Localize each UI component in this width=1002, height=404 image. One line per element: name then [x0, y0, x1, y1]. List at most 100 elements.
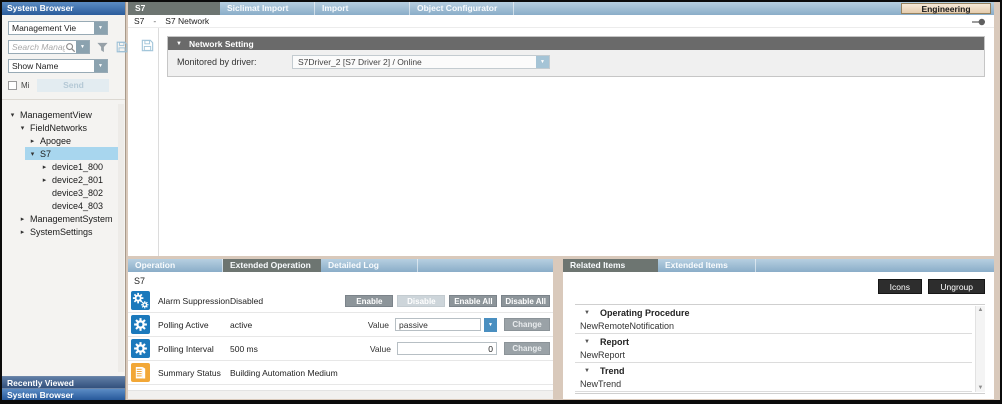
tab-extended-operation[interactable]: Extended Operation: [223, 259, 321, 272]
recently-viewed-bar[interactable]: Recently Viewed: [2, 376, 125, 388]
related-item-newtrend[interactable]: NewTrend: [575, 378, 972, 392]
tree-item-label: device4_803: [49, 201, 103, 211]
tree-item-device2-801[interactable]: ▸ device2_801: [2, 173, 125, 186]
related-item-newreport[interactable]: NewReport: [575, 349, 972, 363]
enable-all-button[interactable]: Enable All: [449, 295, 497, 307]
breadcrumb-current[interactable]: S7 Network: [165, 16, 209, 26]
network-setting-title: Network Setting: [189, 39, 254, 49]
tree-item-s7-selected[interactable]: ▾ S7: [2, 147, 125, 160]
tree-expanded-icon[interactable]: ▾: [18, 124, 27, 132]
search-input[interactable]: [9, 42, 65, 52]
change-button[interactable]: Change: [504, 342, 550, 355]
system-browser-panel: System Browser Management Vie ▼ ▼ Show N…: [2, 2, 126, 400]
tree-item-device3-802[interactable]: device3_802: [2, 186, 125, 199]
tab-operation[interactable]: Operation: [128, 259, 223, 272]
driver-dropdown-value: S7Driver_2 [S7 Driver 2] / Online: [293, 57, 536, 67]
ungroup-button[interactable]: Ungroup: [928, 279, 985, 294]
scroll-down-icon[interactable]: ▼: [978, 384, 984, 392]
tree-collapsed-icon[interactable]: ▸: [40, 176, 49, 184]
group-expanded-icon[interactable]: ▼: [584, 368, 590, 374]
filter-icon[interactable]: [96, 41, 109, 54]
tree-item-managementsystem[interactable]: ▸ ManagementSystem: [2, 212, 125, 225]
operation-object-label: S7: [128, 272, 553, 289]
tab-detailed-log[interactable]: Detailed Log: [321, 259, 418, 272]
property-value: Building Automation Medium: [230, 368, 338, 378]
tree-item-device4-803[interactable]: device4_803: [2, 199, 125, 212]
chevron-down-icon[interactable]: ▼: [94, 60, 107, 72]
property-value: active: [230, 320, 252, 330]
pin-icon[interactable]: [972, 18, 986, 26]
search-option-checkbox[interactable]: [8, 81, 17, 90]
display-mode-selector[interactable]: Show Name ▼: [8, 59, 108, 73]
breadcrumb: S7 - S7 Network: [128, 15, 994, 28]
driver-dropdown[interactable]: S7Driver_2 [S7 Driver 2] / Online ▼: [292, 55, 550, 69]
tree-item-systemsettings[interactable]: ▸ SystemSettings: [2, 225, 125, 238]
send-button[interactable]: Send: [37, 79, 109, 92]
operation-row-polling-active: Polling Active active Value passive ▼ Ch…: [128, 313, 553, 337]
tab-related-items[interactable]: Related Items: [563, 259, 658, 272]
operation-panel: Operation Extended Operation Detailed Lo…: [128, 259, 553, 399]
engineering-mode-button[interactable]: Engineering: [901, 3, 991, 14]
tree-collapsed-icon[interactable]: ▸: [18, 228, 27, 236]
group-expanded-icon[interactable]: ▼: [584, 310, 590, 316]
view-selector[interactable]: Management Vie ▼: [8, 21, 108, 35]
polling-active-dropdown[interactable]: passive: [395, 318, 481, 331]
polling-interval-input[interactable]: [397, 342, 497, 355]
monitored-by-driver-label: Monitored by driver:: [177, 57, 277, 67]
tree-scrollbar[interactable]: [118, 104, 124, 372]
search-box[interactable]: ▼: [8, 40, 90, 54]
tab-s7[interactable]: S7: [128, 2, 220, 15]
tab-extended-items[interactable]: Extended Items: [658, 259, 756, 272]
tree-item-label: ManagementView: [17, 110, 92, 120]
main-area: S7 Siclimat Import Import Object Configu…: [128, 2, 994, 399]
tree-expanded-icon[interactable]: ▾: [8, 111, 17, 119]
chevron-down-icon[interactable]: ▼: [536, 56, 549, 68]
tree-item-label: FieldNetworks: [27, 123, 87, 133]
tree-item-label: device3_802: [49, 188, 103, 198]
save-icon[interactable]: [115, 40, 129, 54]
related-group-report: ▼ Report NewReport: [575, 334, 972, 363]
system-browser-bar[interactable]: System Browser: [2, 388, 125, 400]
breadcrumb-root[interactable]: S7: [134, 16, 144, 26]
scroll-up-icon[interactable]: ▲: [978, 306, 984, 314]
save-icon[interactable]: [136, 38, 158, 53]
group-header[interactable]: ▼ Report: [575, 334, 972, 349]
network-setting-header[interactable]: ▼ Network Setting: [168, 37, 984, 50]
primary-pane: ▼ Network Setting Monitored by driver: S…: [128, 28, 994, 256]
tree-collapsed-icon[interactable]: ▸: [18, 215, 27, 223]
related-group-operating-procedure: ▼ Operating Procedure NewRemoteNotificat…: [575, 305, 972, 334]
value-label: Value: [368, 320, 389, 330]
related-scrollbar[interactable]: ▲ ▼: [975, 306, 985, 392]
tree-item-label: S7: [37, 149, 51, 159]
system-tree: ▾ ManagementView ▾ FieldNetworks ▸ Apoge…: [2, 100, 125, 376]
tab-object-configurator[interactable]: Object Configurator: [410, 2, 514, 15]
property-name: Alarm Suppression: [158, 296, 230, 306]
change-button[interactable]: Change: [504, 318, 550, 331]
tree-item-managementview[interactable]: ▾ ManagementView: [2, 108, 125, 121]
tree-expanded-icon[interactable]: ▾: [28, 150, 37, 158]
tree-item-fieldnetworks[interactable]: ▾ FieldNetworks: [2, 121, 125, 134]
property-name: Polling Active: [158, 320, 230, 330]
tree-item-label: device2_801: [49, 175, 103, 185]
enable-button[interactable]: Enable: [345, 295, 393, 307]
value-label: Value: [370, 344, 391, 354]
tree-item-device1-800[interactable]: ▸ device1_800: [2, 160, 125, 173]
operation-footer: [128, 390, 553, 399]
tree-item-apogee[interactable]: ▸ Apogee: [2, 134, 125, 147]
icons-button[interactable]: Icons: [878, 279, 922, 294]
network-setting-body: Monitored by driver: S7Driver_2 [S7 Driv…: [168, 50, 984, 76]
tree-collapsed-icon[interactable]: ▸: [28, 137, 37, 145]
group-expanded-icon[interactable]: ▼: [584, 339, 590, 345]
tab-import[interactable]: Import: [315, 2, 410, 15]
disable-all-button[interactable]: Disable All: [501, 295, 550, 307]
operation-tabbar: Operation Extended Operation Detailed Lo…: [128, 259, 553, 272]
disable-button[interactable]: Disable: [397, 295, 445, 307]
chevron-down-icon[interactable]: ▼: [94, 22, 107, 34]
related-item-newremotenotification[interactable]: NewRemoteNotification: [575, 320, 972, 334]
group-header[interactable]: ▼ Operating Procedure: [575, 305, 972, 320]
tab-siclimat-import[interactable]: Siclimat Import: [220, 2, 315, 15]
tree-collapsed-icon[interactable]: ▸: [40, 163, 49, 171]
chevron-down-icon[interactable]: ▼: [484, 318, 497, 332]
chevron-down-icon[interactable]: ▼: [76, 41, 89, 53]
group-header[interactable]: ▼ Trend: [575, 363, 972, 378]
